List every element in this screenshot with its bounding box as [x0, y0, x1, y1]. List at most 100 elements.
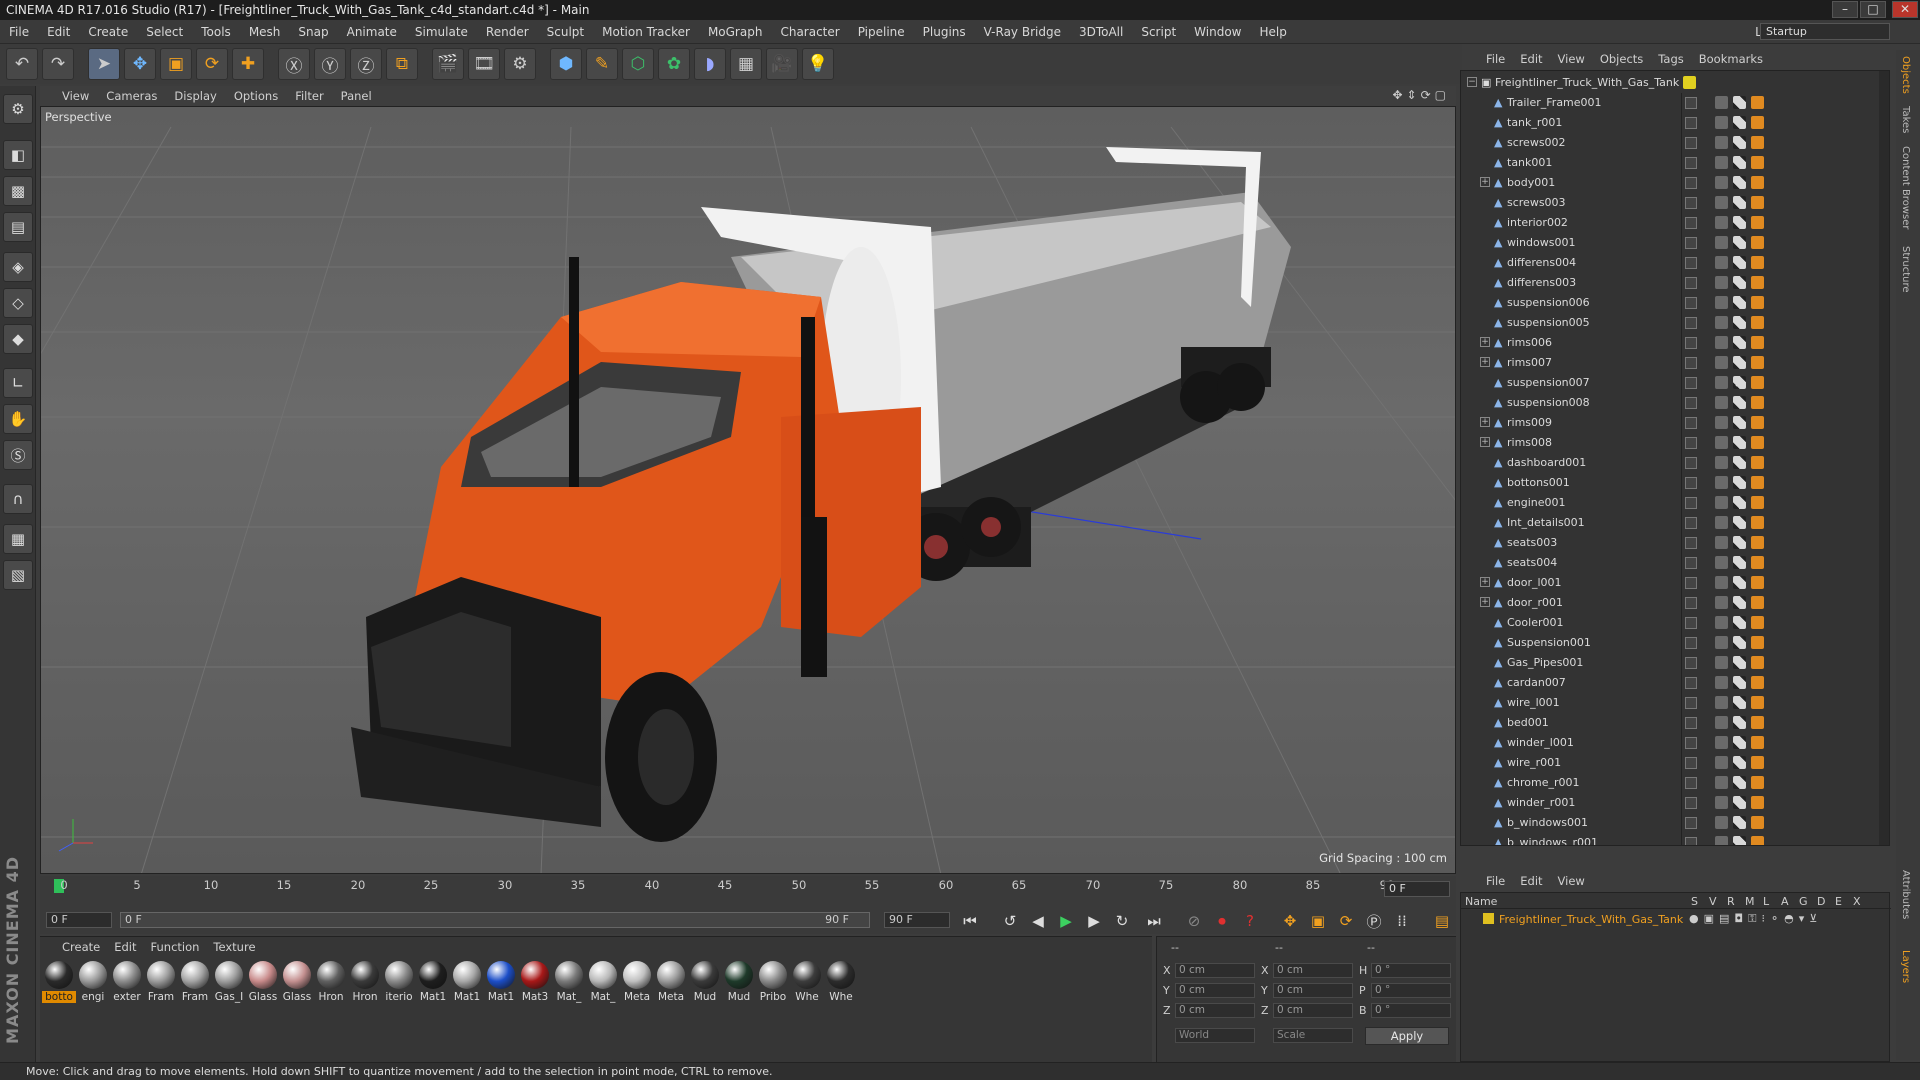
texture-tag-icon[interactable] [1715, 816, 1728, 829]
position-x-field[interactable]: 0 cm [1175, 963, 1255, 978]
visibility-toggle-icon[interactable] [1685, 97, 1697, 109]
scale-tool-icon[interactable]: ▣ [160, 48, 192, 80]
menu-character[interactable]: Character [771, 20, 848, 44]
layer-row[interactable]: Freightliner_Truck_With_Gas_Tank ●▣▤◘⚿⁝⚬… [1461, 910, 1891, 928]
object-row[interactable]: ▲ suspension005 [1461, 313, 1889, 333]
checker-material-tag-icon[interactable] [1733, 196, 1746, 209]
phong-tag-icon[interactable] [1751, 276, 1764, 289]
size-x-field[interactable]: 0 cm [1273, 963, 1353, 978]
phong-tag-icon[interactable] [1751, 756, 1764, 769]
viewport-menu-panel[interactable]: Panel [341, 89, 372, 103]
object-row[interactable]: ▲ Suspension001 [1461, 633, 1889, 653]
visibility-toggle-icon[interactable] [1685, 437, 1697, 449]
checker-material-tag-icon[interactable] [1733, 796, 1746, 809]
phong-tag-icon[interactable] [1751, 736, 1764, 749]
goto-end-icon[interactable]: ⏭ [1142, 910, 1166, 932]
timeline-ruler[interactable]: 0 5 10 15 20 25 30 35 40 45 50 55 60 65 … [54, 878, 1394, 898]
visibility-toggle-icon[interactable] [1685, 517, 1697, 529]
menu-script[interactable]: Script [1132, 20, 1185, 44]
object-row[interactable]: + ▲ door_l001 [1461, 573, 1889, 593]
object-row[interactable]: ▲ chrome_r001 [1461, 773, 1889, 793]
object-row[interactable]: ▲ suspension008 [1461, 393, 1889, 413]
solo-icon[interactable]: Ⓢ [3, 440, 33, 470]
cloner-icon[interactable]: ✿ [658, 48, 690, 80]
menu-help[interactable]: Help [1250, 20, 1295, 44]
phong-tag-icon[interactable] [1751, 196, 1764, 209]
phong-tag-icon[interactable] [1751, 216, 1764, 229]
phong-tag-icon[interactable] [1751, 156, 1764, 169]
workplane-lock-icon[interactable]: ▧ [3, 560, 33, 590]
texture-tag-icon[interactable] [1715, 656, 1728, 669]
object-row[interactable]: + ▲ rims006 [1461, 333, 1889, 353]
material-menu-function[interactable]: Function [151, 940, 200, 954]
material-swatch[interactable]: Glass [280, 959, 314, 1007]
z-axis-lock-icon[interactable]: Ⓩ [350, 48, 382, 80]
object-row[interactable]: ▲ wire_r001 [1461, 753, 1889, 773]
checker-material-tag-icon[interactable] [1733, 736, 1746, 749]
material-swatch[interactable]: Fram [178, 959, 212, 1007]
object-row[interactable]: ▲ screws002 [1461, 133, 1889, 153]
material-swatch[interactable]: Whe [790, 959, 824, 1007]
phong-tag-icon[interactable] [1751, 456, 1764, 469]
texture-tag-icon[interactable] [1715, 216, 1728, 229]
make-editable-icon[interactable]: ⚙ [3, 94, 33, 124]
key-parameter-icon[interactable]: Ⓟ [1362, 910, 1386, 932]
points-mode-icon[interactable]: ◈ [3, 252, 33, 282]
checker-material-tag-icon[interactable] [1733, 96, 1746, 109]
visibility-toggle-icon[interactable] [1685, 377, 1697, 389]
3d-viewport[interactable]: Perspective Grid Spacing : 100 cm [40, 106, 1456, 874]
object-row[interactable]: ▲ tank_r001 [1461, 113, 1889, 133]
menu-window[interactable]: Window [1185, 20, 1250, 44]
texture-tag-icon[interactable] [1715, 836, 1728, 845]
visibility-toggle-icon[interactable] [1685, 137, 1697, 149]
tab-layers[interactable]: Layers [1900, 950, 1911, 983]
object-row[interactable]: ▲ tank001 [1461, 153, 1889, 173]
checker-material-tag-icon[interactable] [1733, 776, 1746, 789]
object-row[interactable]: ▲ windows001 [1461, 233, 1889, 253]
visibility-toggle-icon[interactable] [1685, 657, 1697, 669]
visibility-toggle-icon[interactable] [1685, 537, 1697, 549]
layer-flags-icon[interactable]: ●▣▤◘⚿⁝⚬◓▾⊻ [1689, 912, 1822, 926]
checker-material-tag-icon[interactable] [1733, 696, 1746, 709]
texture-tag-icon[interactable] [1715, 336, 1728, 349]
checker-material-tag-icon[interactable] [1733, 456, 1746, 469]
checker-material-tag-icon[interactable] [1733, 596, 1746, 609]
object-menu-edit[interactable]: Edit [1520, 52, 1542, 66]
minimize-button[interactable]: – [1832, 1, 1858, 18]
phong-tag-icon[interactable] [1751, 436, 1764, 449]
texture-tag-icon[interactable] [1715, 176, 1728, 189]
visibility-toggle-icon[interactable] [1685, 597, 1697, 609]
expand-icon[interactable]: + [1480, 577, 1490, 587]
visibility-toggle-icon[interactable] [1685, 717, 1697, 729]
next-key-icon[interactable]: ↻ [1110, 910, 1134, 932]
expand-icon[interactable]: + [1480, 437, 1490, 447]
phong-tag-icon[interactable] [1751, 776, 1764, 789]
record-keyframe-icon[interactable]: ⏺ [1210, 910, 1234, 932]
object-row[interactable]: ▲ Trailer_Frame001 [1461, 93, 1889, 113]
material-swatch[interactable]: iterio [382, 959, 416, 1007]
next-frame-icon[interactable]: ▶ [1082, 910, 1106, 932]
phong-tag-icon[interactable] [1751, 816, 1764, 829]
object-row[interactable]: ▲ differens003 [1461, 273, 1889, 293]
subdivision-surface-icon[interactable]: ⬡ [622, 48, 654, 80]
phong-tag-icon[interactable] [1751, 236, 1764, 249]
texture-tag-icon[interactable] [1715, 516, 1728, 529]
spline-pen-icon[interactable]: ✎ [586, 48, 618, 80]
texture-tag-icon[interactable] [1715, 556, 1728, 569]
visibility-toggle-icon[interactable] [1685, 557, 1697, 569]
viewport-menu-display[interactable]: Display [174, 89, 216, 103]
texture-tag-icon[interactable] [1715, 96, 1728, 109]
object-row[interactable]: + ▲ rims007 [1461, 353, 1889, 373]
checker-material-tag-icon[interactable] [1733, 296, 1746, 309]
visibility-toggle-icon[interactable] [1685, 837, 1697, 845]
texture-tag-icon[interactable] [1715, 376, 1728, 389]
visibility-toggle-icon[interactable] [1685, 617, 1697, 629]
phong-tag-icon[interactable] [1751, 716, 1764, 729]
material-swatch[interactable]: Hron [348, 959, 382, 1007]
phong-tag-icon[interactable] [1751, 556, 1764, 569]
material-swatch[interactable]: Hron [314, 959, 348, 1007]
object-row[interactable]: ▲ differens004 [1461, 253, 1889, 273]
expand-icon[interactable]: + [1480, 597, 1490, 607]
object-row[interactable]: ▲ seats003 [1461, 533, 1889, 553]
menu-simulate[interactable]: Simulate [406, 20, 477, 44]
